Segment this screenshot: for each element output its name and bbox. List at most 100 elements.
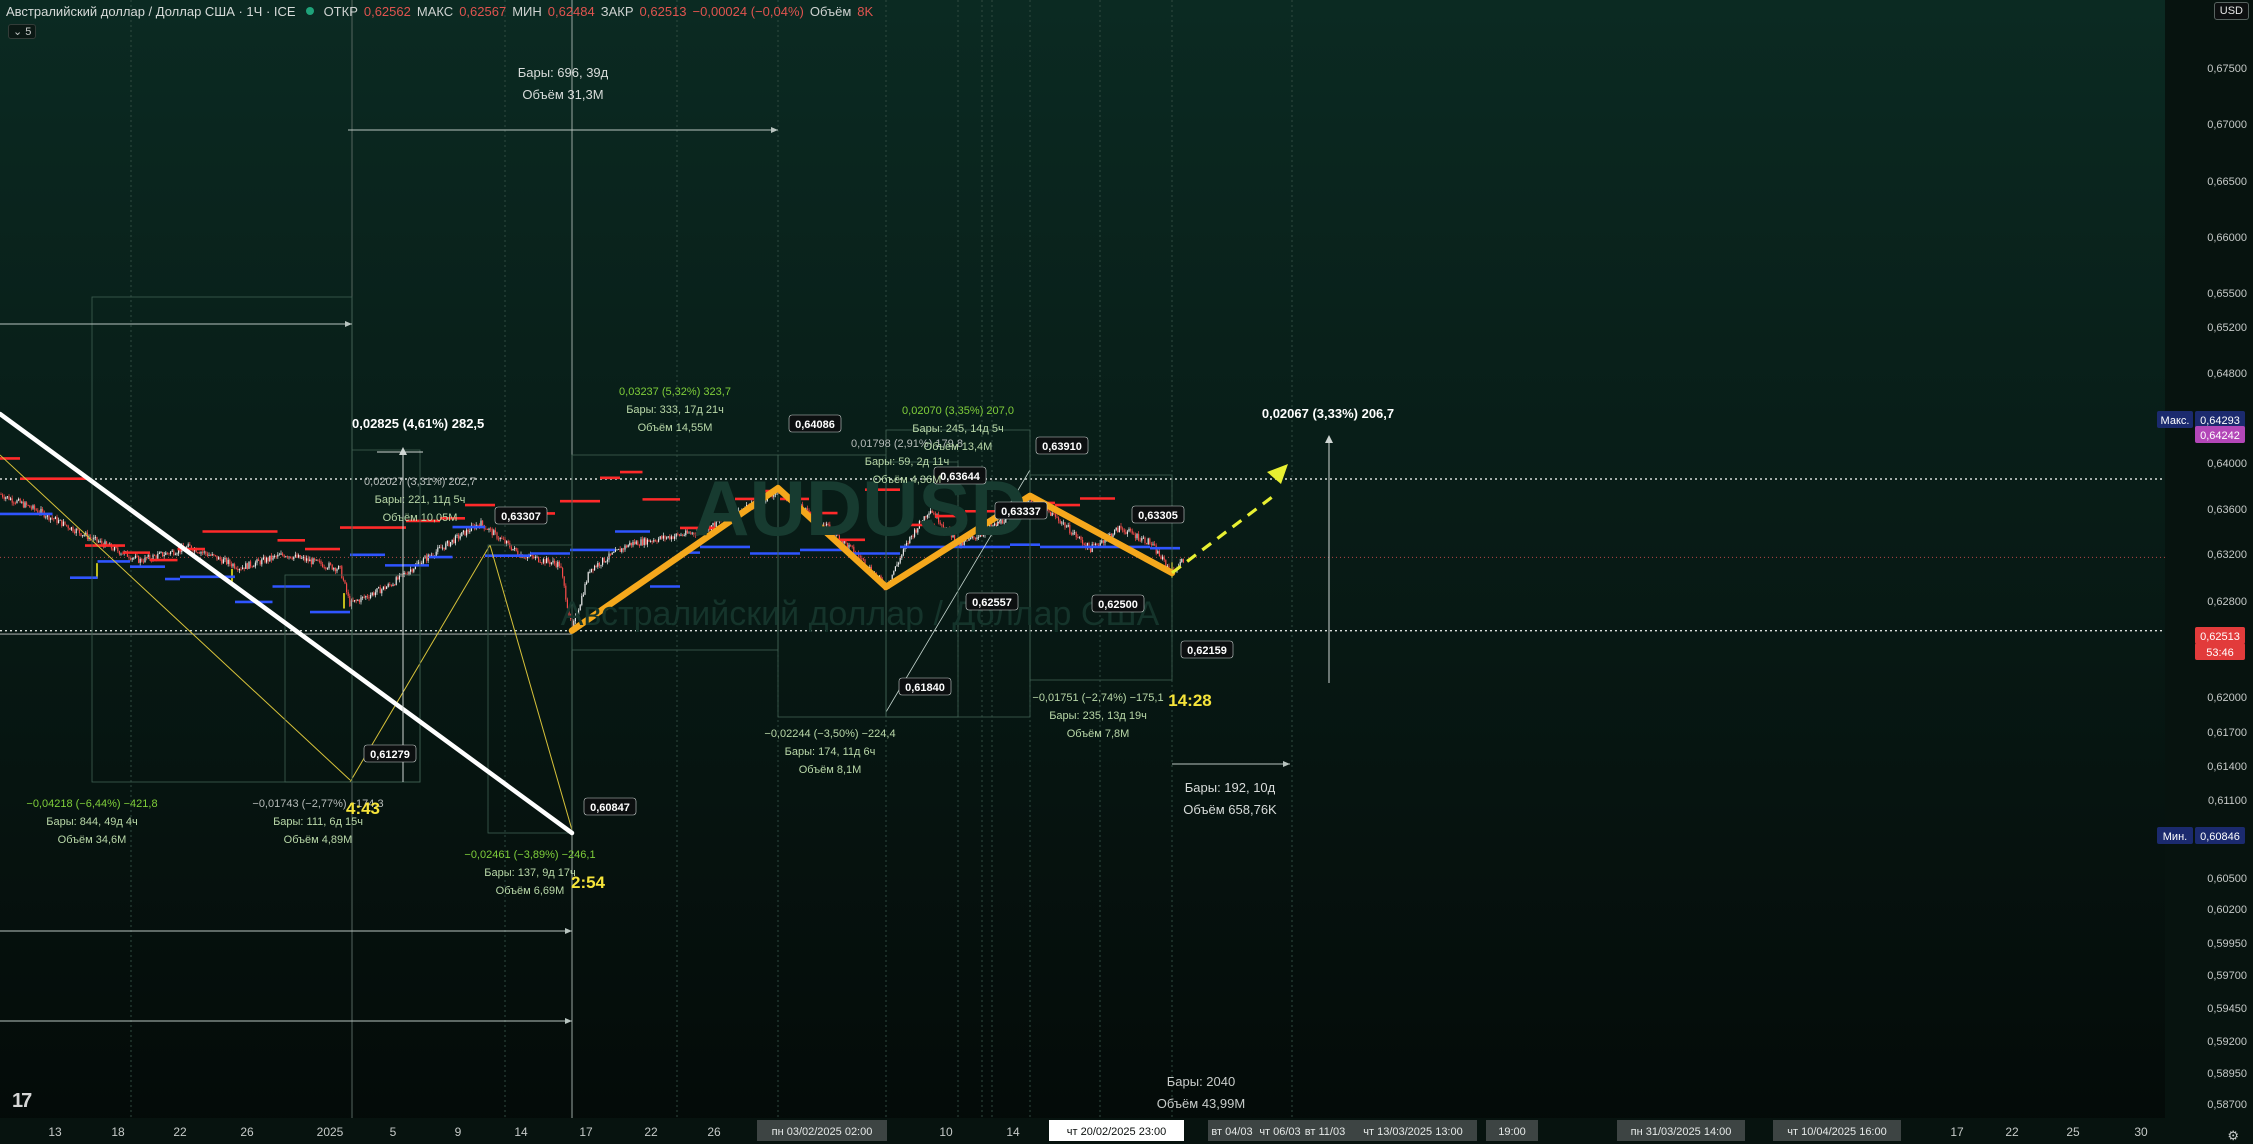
candle-body [330, 563, 332, 565]
candle-body [10, 498, 12, 500]
candle-body [211, 554, 213, 556]
candle-body [597, 563, 599, 567]
candle-body [342, 578, 344, 581]
candle-body [280, 553, 282, 555]
range-left-text: 0,02825 (4,61%) 282,5 [352, 416, 484, 431]
time-axis-label: 5 [390, 1125, 397, 1139]
candle-body [157, 553, 159, 559]
candle-body [654, 540, 656, 542]
candle-body [355, 600, 357, 601]
candle-body [405, 573, 407, 575]
candle-body [248, 561, 250, 569]
candle-body [22, 501, 24, 508]
candle-body [358, 599, 360, 603]
candle-body [1117, 527, 1119, 533]
candle-body [680, 534, 682, 536]
candle-body [235, 568, 237, 570]
candle-body [371, 592, 373, 596]
measure-text: Объём 34,6M [58, 834, 127, 846]
chart-area[interactable]: AUDUSD Австралийский доллар / Доллар США 0… [0, 0, 2253, 1143]
candle-body [224, 558, 226, 560]
candle-body [451, 539, 453, 543]
candle-body [507, 540, 509, 544]
candle-body [294, 554, 296, 557]
candle-body [629, 542, 631, 546]
candle-body [515, 547, 517, 551]
price-axis-label: 0,64000 [2207, 458, 2247, 470]
time-axis[interactable]: 1318222620255914172226101417232761722253… [0, 1118, 2253, 1142]
candle-body [1134, 534, 1136, 539]
candle-body [499, 537, 501, 540]
candle-body [242, 567, 244, 570]
candle-body [533, 556, 535, 559]
time-axis-label: 26 [240, 1125, 254, 1139]
candle-body [1064, 522, 1066, 528]
currency-button[interactable]: USD [2213, 2, 2249, 20]
candle-body [290, 556, 292, 559]
candle-body [682, 534, 684, 536]
time-label-254: 2:54 [571, 873, 606, 892]
candle-body [426, 556, 428, 561]
candle-body [323, 567, 325, 568]
symbol-title[interactable]: Австралийский доллар / Доллар США · 1Ч ·… [6, 4, 296, 19]
candle-body [549, 561, 551, 565]
bars-right-text: Бары: 192, 10д [1185, 780, 1276, 795]
candle-body [1054, 514, 1056, 517]
candle-body [1125, 532, 1127, 534]
candle-body [136, 555, 138, 557]
candle-body [331, 564, 333, 570]
candle-body [302, 557, 304, 559]
candle-body [56, 516, 58, 523]
candle-body [278, 554, 280, 556]
candle-body [558, 561, 560, 567]
candle-body [538, 556, 540, 563]
time-axis-label: 30 [2134, 1125, 2148, 1139]
candle-body [469, 531, 471, 532]
candle-body [1139, 540, 1141, 542]
candle-body [542, 559, 544, 563]
time-cursor-label: 19:00 [1498, 1126, 1526, 1138]
measure-text: Бары: 137, 9д 17ч [484, 867, 576, 879]
candle-body [1149, 538, 1151, 544]
candle-body [344, 580, 346, 584]
measure-text: Объём 10,05M [383, 512, 458, 524]
indicator-collapse-button[interactable]: ⌄ 5 [8, 24, 37, 39]
price-chart[interactable]: AUDUSDАвстралийский доллар / Доллар США0… [0, 0, 2253, 1142]
candle-body [608, 553, 610, 560]
candle-body [250, 561, 252, 567]
tradingview-logo-icon[interactable]: 17 [12, 1090, 32, 1113]
candle-body [1072, 532, 1074, 535]
candle-body [678, 534, 680, 536]
candle-body [525, 557, 527, 559]
candle-body [635, 541, 637, 545]
candle-body [210, 555, 212, 556]
candle-body [141, 558, 143, 562]
candle-body [266, 557, 268, 563]
candle-body [1146, 542, 1148, 545]
candle-body [894, 566, 896, 572]
candle-body [562, 568, 564, 577]
candle-body [1181, 559, 1183, 562]
candle-body [106, 541, 108, 545]
candle-body [621, 548, 623, 552]
candle-body [539, 562, 541, 563]
candle-body [1138, 534, 1140, 541]
bars-top-text: Бары: 696, 39д [518, 65, 609, 80]
candle-body [160, 552, 162, 553]
candle-body [1058, 517, 1060, 521]
candle-body [269, 555, 271, 562]
candle-body [3, 497, 5, 499]
measure-text: Объём 6,69M [496, 885, 565, 897]
candle-body [165, 552, 167, 556]
candle-body [334, 567, 336, 572]
price-axis[interactable]: 0,67500 0,67000 0,66500 0,66000 0,65500 0,652… [2157, 0, 2253, 1118]
candle-body [202, 552, 204, 553]
candle-body [491, 528, 493, 536]
candle-body [453, 539, 455, 544]
time-axis-label: 14 [1006, 1125, 1020, 1139]
low-value: 0,62484 [547, 3, 595, 19]
candle-body [261, 559, 263, 565]
candle-body [410, 569, 412, 572]
candle-body [176, 553, 178, 555]
candle-body [637, 541, 639, 546]
